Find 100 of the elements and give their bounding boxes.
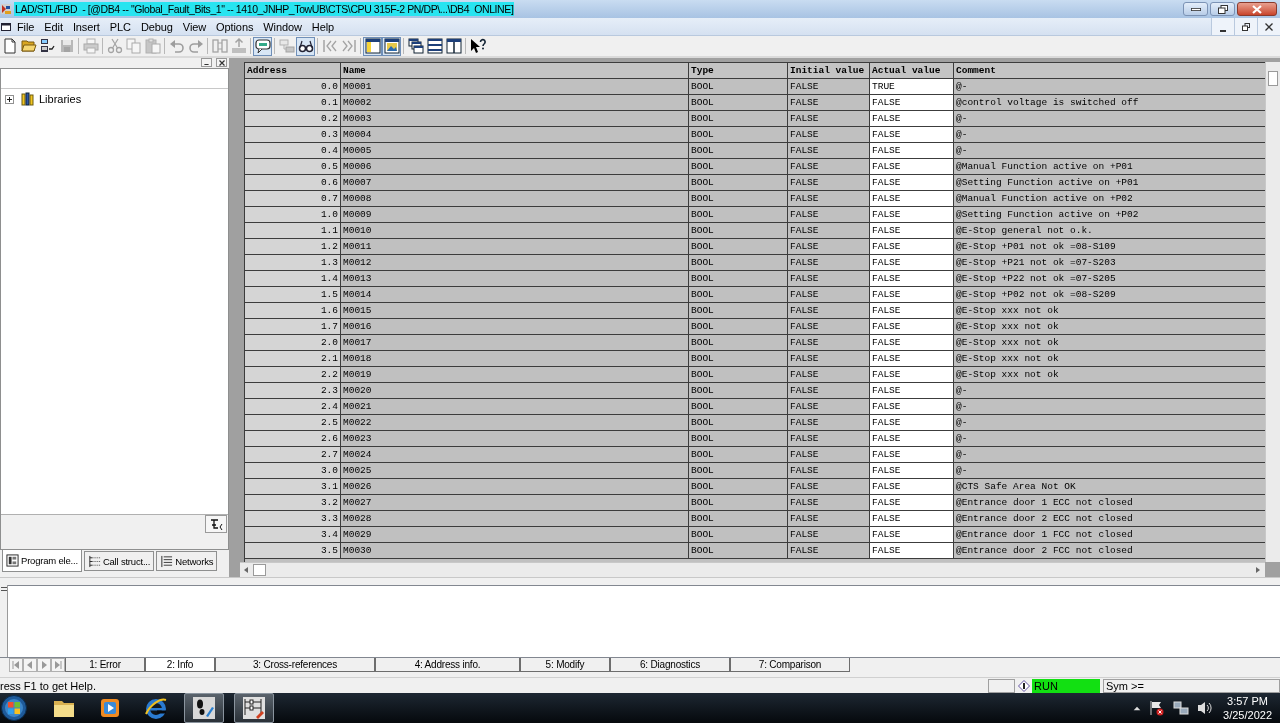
- tab[interactable]: 1: Error: [65, 658, 145, 672]
- scroll-thumb[interactable]: [1268, 71, 1278, 86]
- table-cell: BOOL: [689, 463, 788, 479]
- table-cell: M0009: [341, 207, 689, 223]
- tab[interactable]: 5: Modify: [520, 658, 610, 672]
- status-text: ress F1 to get Help.: [0, 678, 96, 693]
- clipboard-icon: [144, 38, 161, 54]
- menu-item[interactable]: Edit: [39, 18, 68, 35]
- tab-scroll-button[interactable]: [37, 658, 51, 672]
- footprint-icon: [192, 696, 216, 720]
- table-cell: FALSE: [788, 159, 870, 175]
- close-button[interactable]: [1237, 2, 1277, 16]
- tree-item[interactable]: Libraries: [39, 92, 82, 106]
- minimize-button[interactable]: [201, 58, 212, 67]
- tab[interactable]: 3: Cross-references: [215, 658, 375, 672]
- panel-button[interactable]: [205, 515, 227, 533]
- restore-button[interactable]: [1210, 2, 1235, 16]
- column-header: Name: [341, 63, 689, 79]
- toolbar-button[interactable]: [468, 36, 487, 56]
- table-cell: M0014: [341, 287, 689, 303]
- tab[interactable]: 2: Info: [145, 658, 215, 672]
- table-cell: BOOL: [689, 271, 788, 287]
- table-cell: FALSE: [870, 271, 954, 287]
- column-header: Comment: [954, 63, 1265, 79]
- menu-item[interactable]: PLC: [104, 18, 136, 35]
- redo-icon: [187, 38, 204, 54]
- menu-item[interactable]: Debug: [135, 18, 178, 35]
- table-cell: FALSE: [870, 367, 954, 383]
- toolbar-button[interactable]: [363, 36, 382, 56]
- table-cell: 2.2: [245, 367, 341, 383]
- table-cell: FALSE: [870, 303, 954, 319]
- table-cell: FALSE: [788, 223, 870, 239]
- table-cell: BOOL: [689, 399, 788, 415]
- horizontal-scrollbar[interactable]: [240, 562, 1265, 577]
- toolbar-button[interactable]: [444, 36, 463, 56]
- tab[interactable]: 4: Address info.: [375, 658, 520, 672]
- table-cell: BOOL: [689, 479, 788, 495]
- table-cell: FALSE: [870, 255, 954, 271]
- tab[interactable]: 6: Diagnostics: [610, 658, 730, 672]
- app-icon: [1, 3, 11, 15]
- menu-item[interactable]: Insert: [67, 18, 105, 35]
- table-cell: 1.1: [245, 223, 341, 239]
- table-cell: BOOL: [689, 95, 788, 111]
- table-cell: M0017: [341, 335, 689, 351]
- tab[interactable]: Call struct...: [83, 551, 155, 571]
- close-button[interactable]: [216, 58, 227, 67]
- table-cell: FALSE: [788, 79, 870, 95]
- close-icon: [1265, 22, 1273, 31]
- table-cell: FALSE: [870, 175, 954, 191]
- table-cell: BOOL: [689, 351, 788, 367]
- tab-scroll-button[interactable]: [51, 658, 65, 672]
- table-cell: FALSE: [788, 367, 870, 383]
- toolbar-button[interactable]: [425, 36, 444, 56]
- tab[interactable]: Program ele...: [2, 550, 82, 572]
- menu-item[interactable]: Options: [211, 18, 259, 35]
- scissors-icon: [106, 38, 123, 54]
- books-icon: [21, 92, 34, 106]
- restore-button[interactable]: [1234, 18, 1257, 35]
- tab-scroll-button[interactable]: [23, 658, 37, 672]
- toolbar-button[interactable]: [253, 36, 272, 56]
- minimize-icon: [1190, 7, 1201, 11]
- taskbar-button[interactable]: [234, 693, 274, 723]
- menu-item[interactable]: File: [12, 18, 40, 35]
- table-cell: @-: [954, 399, 1265, 415]
- table-cell: @E-Stop xxx not ok: [954, 319, 1265, 335]
- tab[interactable]: Networks: [156, 551, 218, 571]
- toolbar-button[interactable]: [382, 36, 401, 56]
- table-cell: FALSE: [788, 415, 870, 431]
- table-cell: BOOL: [689, 367, 788, 383]
- table-cell: 2.0: [245, 335, 341, 351]
- minimize-button[interactable]: [1183, 2, 1208, 16]
- menu-item[interactable]: View: [177, 18, 212, 35]
- table-cell: 0.7: [245, 191, 341, 207]
- table-cell: M0025: [341, 463, 689, 479]
- open-folder-icon: [20, 38, 37, 54]
- table-cell: M0020: [341, 383, 689, 399]
- toolbar-button[interactable]: [406, 36, 425, 56]
- tile-horizontal-icon: [426, 38, 443, 54]
- menu-item[interactable]: Help: [306, 18, 340, 35]
- vertical-scrollbar[interactable]: [1265, 62, 1280, 562]
- minimize-button[interactable]: [1211, 18, 1234, 35]
- table-cell: 0.2: [245, 111, 341, 127]
- toolbar-button[interactable]: [296, 36, 315, 56]
- table-cell: FALSE: [870, 431, 954, 447]
- menu-item[interactable]: Window: [258, 18, 307, 35]
- table-cell: BOOL: [689, 287, 788, 303]
- scroll-thumb[interactable]: [253, 564, 266, 576]
- table-cell: @E-Stop +P21 not ok =07-S203: [954, 255, 1265, 271]
- tab-scroll-button[interactable]: [9, 658, 23, 672]
- last-icon: [54, 660, 62, 670]
- table-cell: FALSE: [788, 447, 870, 463]
- expand-icon[interactable]: [5, 94, 14, 104]
- table-cell: FALSE: [788, 495, 870, 511]
- table-cell: FALSE: [788, 175, 870, 191]
- table-cell: FALSE: [788, 431, 870, 447]
- taskbar-button[interactable]: [184, 693, 224, 723]
- tab[interactable]: 7: Comparison: [730, 658, 850, 672]
- clock-date: 3/25/2022: [1223, 708, 1272, 722]
- table-cell: 2.6: [245, 431, 341, 447]
- table-cell: BOOL: [689, 335, 788, 351]
